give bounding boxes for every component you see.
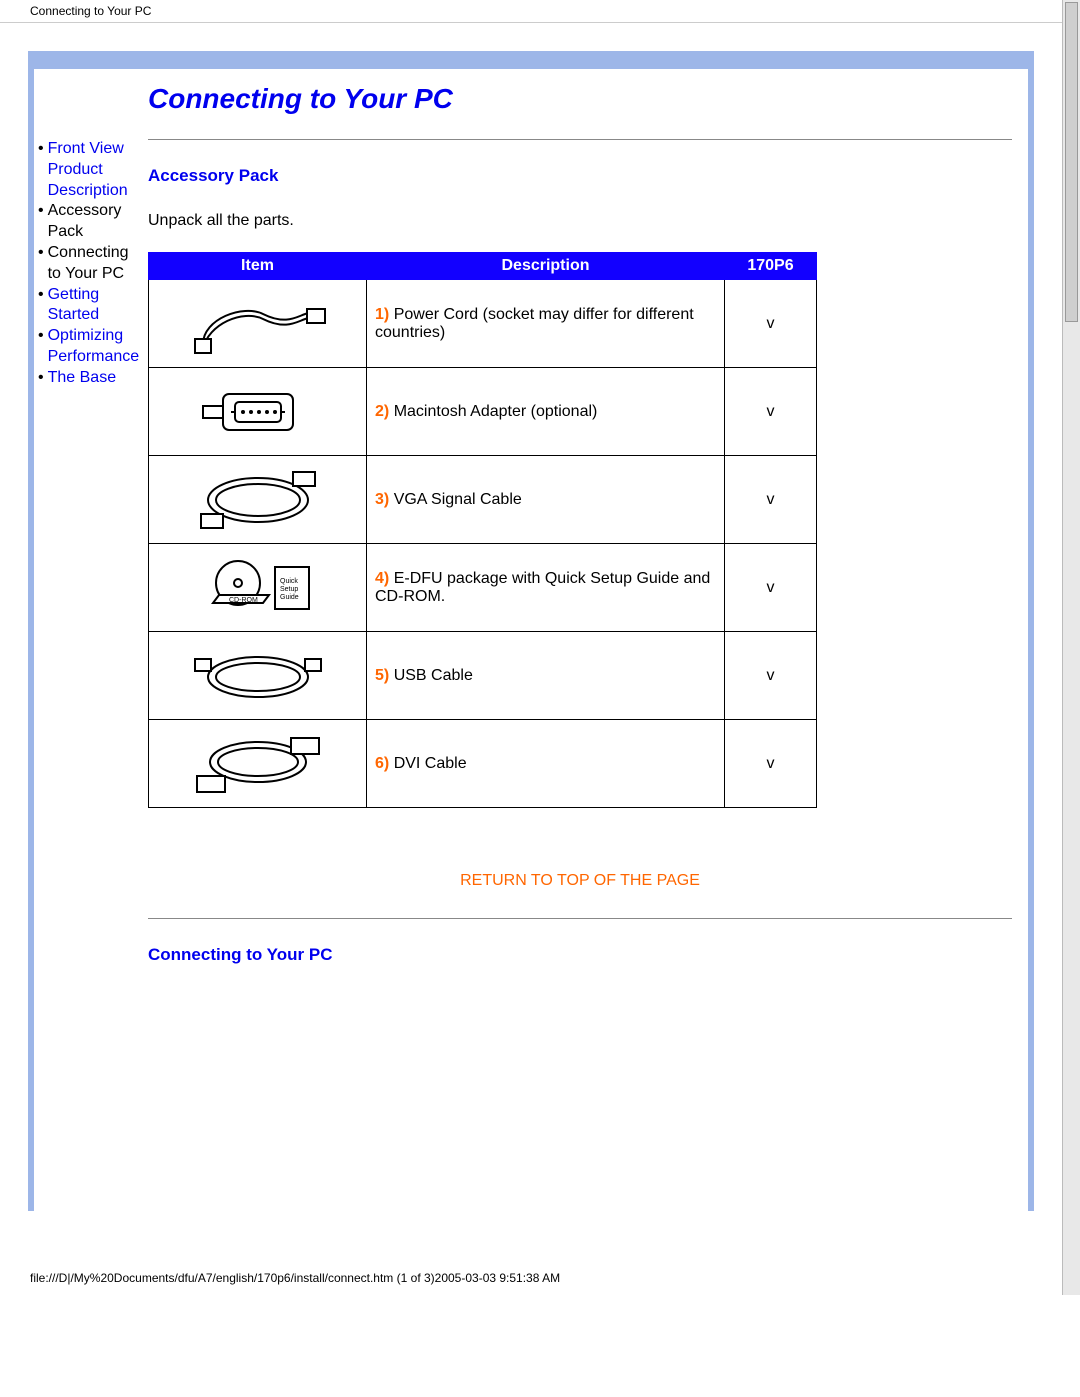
item-number: 2) bbox=[375, 403, 389, 420]
table-header-row: Item Description 170P6 bbox=[149, 253, 817, 280]
sidebar-item-connecting[interactable]: • Connecting to Your PC bbox=[38, 243, 140, 285]
page-title: Connecting to Your PC bbox=[148, 83, 1012, 115]
item-description-cell: 4) E-DFU package with Quick Setup Guide … bbox=[367, 544, 725, 632]
th-item: Item bbox=[149, 253, 367, 280]
item-number: 6) bbox=[375, 755, 389, 772]
item-illustration bbox=[149, 280, 367, 368]
svg-text:Guide: Guide bbox=[280, 594, 299, 601]
sidebar-link[interactable]: Front View Product Description bbox=[48, 139, 140, 201]
table-row: 5) USB Cable v bbox=[149, 632, 817, 720]
item-description-cell: 3) VGA Signal Cable bbox=[367, 456, 725, 544]
cdrom-guide-icon: CD-ROM Quick Setup Guide bbox=[183, 553, 333, 623]
sidebar-nav: • Front View Product Description • Acces… bbox=[34, 69, 144, 1211]
sidebar-link[interactable]: The Base bbox=[48, 368, 116, 389]
main-content: Connecting to Your PC Accessory Pack Unp… bbox=[144, 69, 1028, 1211]
item-description-cell: 1) Power Cord (socket may differ for dif… bbox=[367, 280, 725, 368]
item-check: v bbox=[725, 544, 817, 632]
sidebar-label: Connecting to Your PC bbox=[48, 243, 140, 285]
th-description: Description bbox=[367, 253, 725, 280]
bullet-icon: • bbox=[38, 368, 44, 389]
document-header: Connecting to Your PC bbox=[0, 0, 1062, 23]
item-number: 5) bbox=[375, 667, 389, 684]
top-border-stripe bbox=[28, 51, 1034, 69]
item-check: v bbox=[725, 368, 817, 456]
vga-cable-icon bbox=[183, 464, 333, 536]
intro-text: Unpack all the parts. bbox=[148, 212, 1012, 230]
bullet-icon: • bbox=[38, 243, 44, 285]
sidebar-item-accessory-pack[interactable]: • Accessory Pack bbox=[38, 201, 140, 243]
sidebar-item-the-base[interactable]: • The Base bbox=[38, 368, 140, 389]
sidebar-label: Accessory Pack bbox=[48, 201, 140, 243]
scrollbar-thumb[interactable] bbox=[1065, 2, 1078, 322]
return-to-top-link[interactable]: RETURN TO TOP OF THE PAGE bbox=[148, 872, 1012, 890]
item-text: E-DFU package with Quick Setup Guide and… bbox=[375, 570, 710, 605]
item-illustration bbox=[149, 720, 367, 808]
bullet-icon: • bbox=[38, 326, 44, 368]
divider bbox=[148, 139, 1012, 140]
bullet-icon: • bbox=[38, 139, 44, 201]
th-model: 170P6 bbox=[725, 253, 817, 280]
svg-text:CD-ROM: CD-ROM bbox=[229, 597, 258, 604]
power-cord-icon bbox=[183, 289, 333, 359]
item-number: 3) bbox=[375, 491, 389, 508]
table-row: 3) VGA Signal Cable v bbox=[149, 456, 817, 544]
table-row: CD-ROM Quick Setup Guide 4) E-DFU packag… bbox=[149, 544, 817, 632]
sidebar-item-front-view[interactable]: • Front View Product Description bbox=[38, 139, 140, 201]
scrollbar[interactable] bbox=[1062, 0, 1080, 1295]
sidebar-link[interactable]: Optimizing Performance bbox=[48, 326, 140, 368]
table-row: 1) Power Cord (socket may differ for dif… bbox=[149, 280, 817, 368]
sidebar-link[interactable]: Getting Started bbox=[48, 285, 140, 327]
item-check: v bbox=[725, 632, 817, 720]
item-check: v bbox=[725, 280, 817, 368]
mac-adapter-icon bbox=[183, 382, 333, 442]
right-border-stripe bbox=[1028, 69, 1034, 1211]
bullet-icon: • bbox=[38, 201, 44, 243]
bullet-icon: • bbox=[38, 285, 44, 327]
usb-cable-icon bbox=[183, 641, 333, 711]
sidebar-item-optimizing[interactable]: • Optimizing Performance bbox=[38, 326, 140, 368]
item-text: Macintosh Adapter (optional) bbox=[394, 403, 598, 420]
item-illustration: CD-ROM Quick Setup Guide bbox=[149, 544, 367, 632]
item-number: 4) bbox=[375, 570, 389, 587]
dvi-cable-icon bbox=[183, 728, 333, 800]
item-illustration bbox=[149, 632, 367, 720]
item-text: DVI Cable bbox=[394, 755, 467, 772]
item-description-cell: 6) DVI Cable bbox=[367, 720, 725, 808]
table-row: 6) DVI Cable v bbox=[149, 720, 817, 808]
item-illustration bbox=[149, 368, 367, 456]
accessory-table: Item Description 170P6 bbox=[148, 252, 817, 808]
item-text: VGA Signal Cable bbox=[394, 491, 522, 508]
item-description-cell: 2) Macintosh Adapter (optional) bbox=[367, 368, 725, 456]
section-heading-connecting: Connecting to Your PC bbox=[148, 945, 1012, 965]
svg-text:Quick: Quick bbox=[280, 578, 298, 585]
item-illustration bbox=[149, 456, 367, 544]
item-number: 1) bbox=[375, 306, 389, 323]
item-text: Power Cord (socket may differ for differ… bbox=[375, 306, 694, 341]
divider bbox=[148, 918, 1012, 919]
table-row: 2) Macintosh Adapter (optional) v bbox=[149, 368, 817, 456]
item-text: USB Cable bbox=[394, 667, 473, 684]
sidebar-item-getting-started[interactable]: • Getting Started bbox=[38, 285, 140, 327]
svg-text:Setup: Setup bbox=[280, 586, 298, 593]
item-check: v bbox=[725, 720, 817, 808]
section-heading-accessory-pack: Accessory Pack bbox=[148, 166, 1012, 186]
footer-file-path: file:///D|/My%20Documents/dfu/A7/english… bbox=[0, 1211, 1062, 1295]
item-check: v bbox=[725, 456, 817, 544]
item-description-cell: 5) USB Cable bbox=[367, 632, 725, 720]
